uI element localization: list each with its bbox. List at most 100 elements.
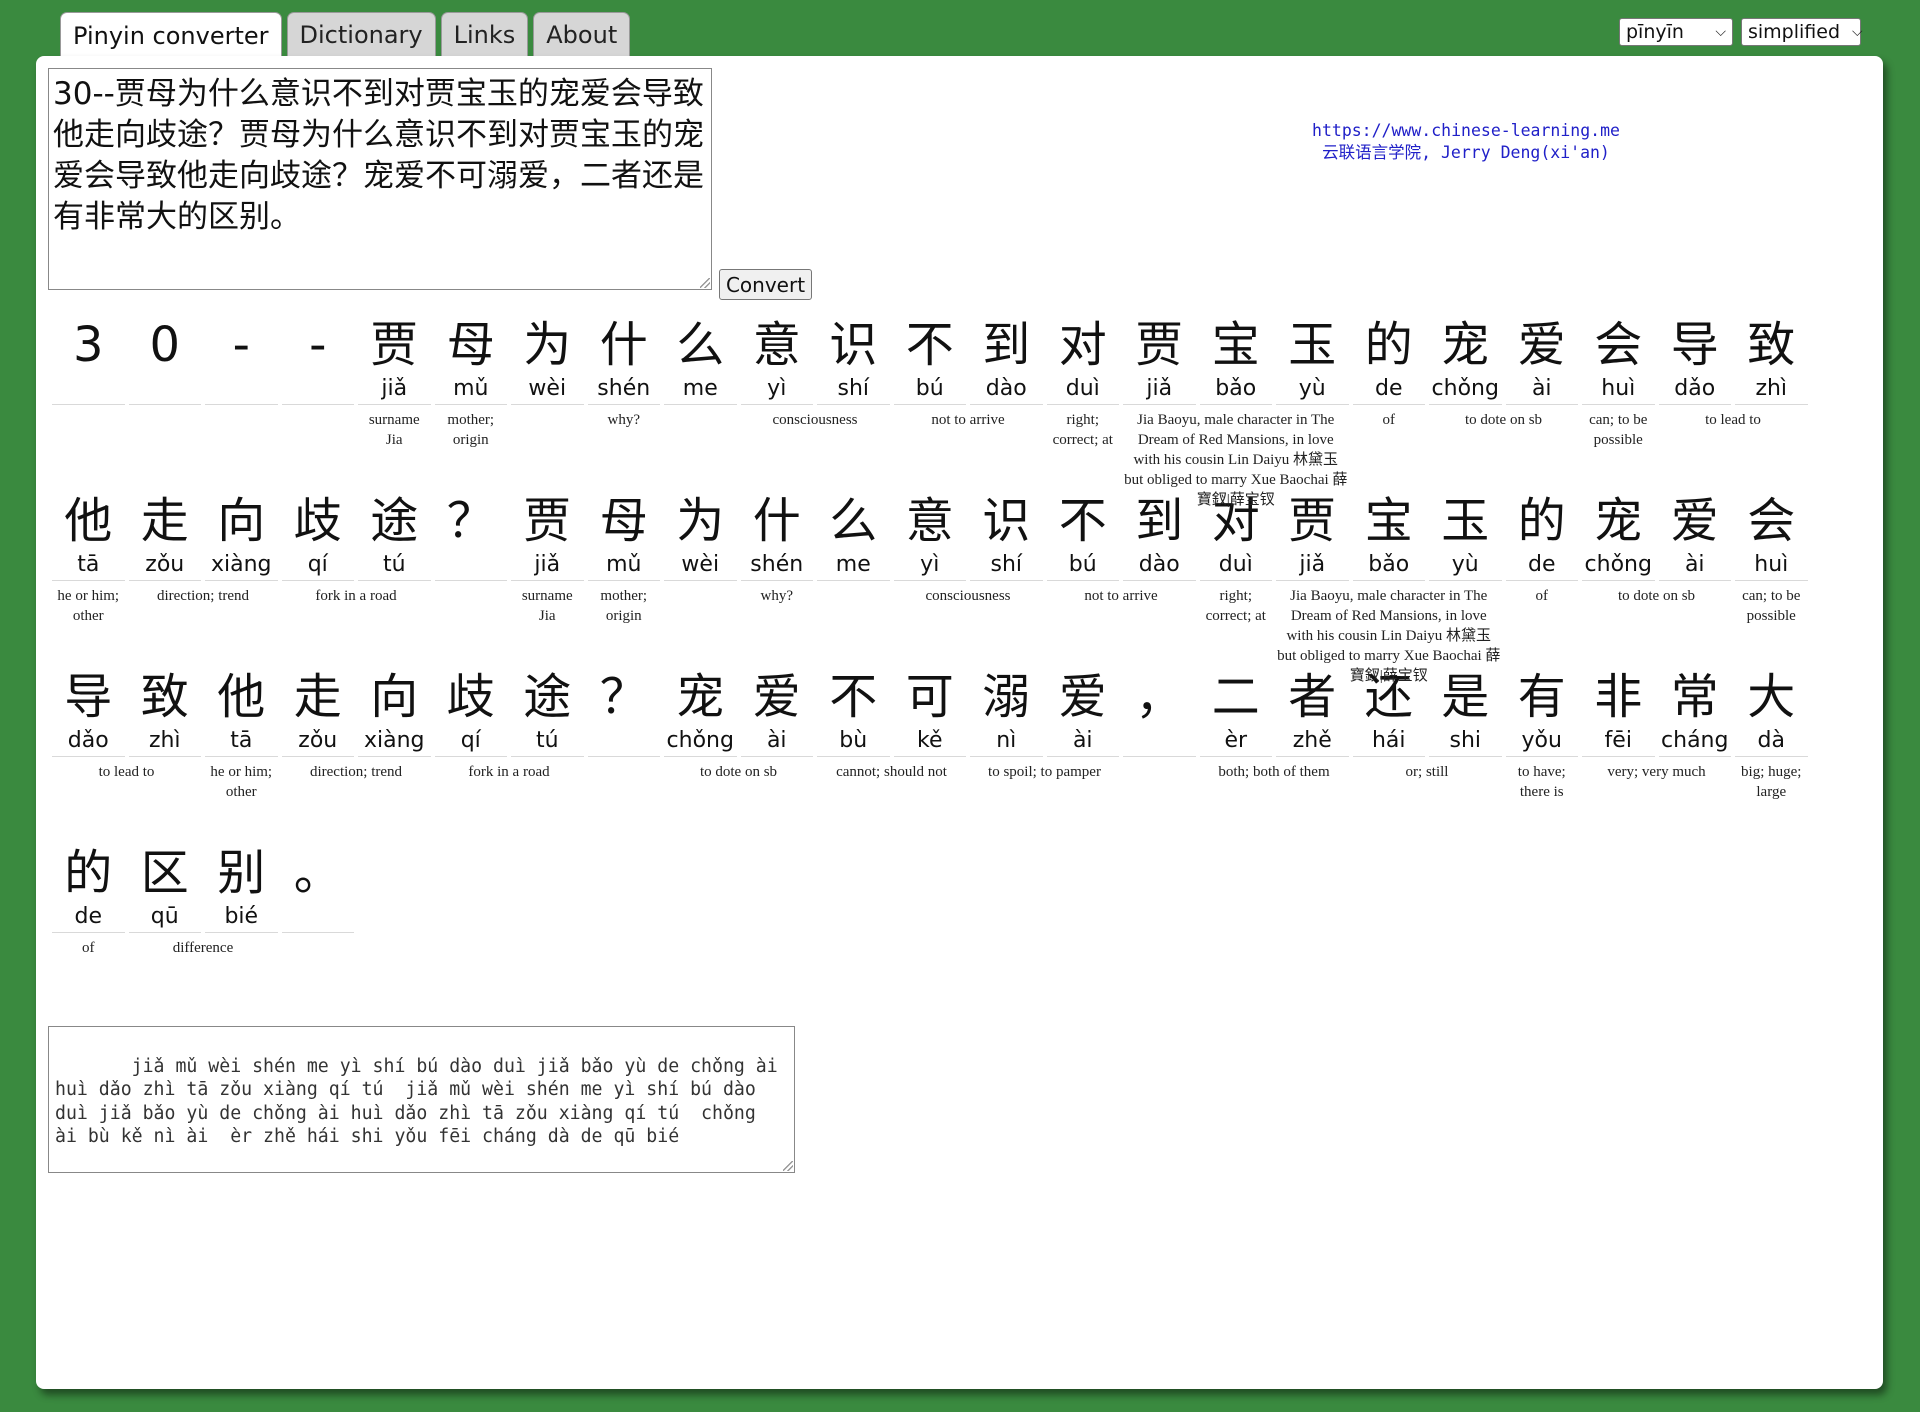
glyph-cell[interactable]: 途 tú [356, 492, 433, 668]
glyph-cell[interactable]: 到 dào [968, 316, 1045, 492]
glyph-cell[interactable]: 意 yì consciousness [892, 492, 1011, 668]
gloss-text: very; very much [1607, 764, 1706, 780]
hanzi-char: 他 [64, 493, 113, 549]
glyph-cell[interactable]: 是 shi [1427, 668, 1504, 844]
tone-mode-select[interactable]: pīnyīn ⌵ [1619, 18, 1733, 46]
pinyin-label: jiǎ [358, 374, 431, 405]
glyph-cell[interactable]: 致 zhì [127, 668, 204, 844]
glyph-cell[interactable]: 的 de of [50, 844, 127, 1020]
glyph-cell[interactable]: 常 cháng [1657, 668, 1734, 844]
glyph-cell[interactable]: 宠 chǒng to dote on sb [1580, 492, 1695, 668]
glyph-cell[interactable]: 还 hái or; still [1351, 668, 1448, 844]
pinyin-label: de [1352, 374, 1425, 405]
pinyin-label: dǎo [1658, 374, 1731, 405]
glyph-cell[interactable]: 向 xiàng [203, 492, 280, 668]
gloss-text: direction; trend [156, 588, 250, 604]
glyph-cell[interactable]: 不 bù cannot; should not [815, 668, 947, 844]
glyph-cell[interactable]: 途 tú [509, 668, 586, 844]
glyph-cell[interactable]: - [203, 316, 280, 492]
glyph-cell[interactable]: 歧 qí fork in a road [433, 668, 550, 844]
glyph-cell[interactable]: 走 zǒu direction; trend [127, 492, 249, 668]
convert-button[interactable]: Convert [719, 269, 812, 300]
glyph-cell[interactable]: 有 yǒu to have; there is [1504, 668, 1581, 844]
glyph-cell[interactable]: 到 dào [1121, 492, 1198, 668]
tab-links[interactable]: Links [440, 12, 529, 56]
glyph-cell[interactable]: 意 yì consciousness [739, 316, 858, 492]
glyph-cell[interactable]: 为 wèi why? [662, 492, 793, 668]
glyph-cell[interactable]: 么 me [662, 316, 739, 492]
glyph-cell[interactable]: 二 èr both; both of them [1198, 668, 1330, 844]
glyph-cell[interactable]: 他 tā he or him; other [203, 668, 280, 844]
glyph-cell[interactable]: 的 de of [1351, 316, 1428, 492]
glyph-cell[interactable]: 导 dǎo to lead to [1657, 316, 1761, 492]
glyph-cell[interactable]: 导 dǎo to lead to [50, 668, 154, 844]
glyph-cell[interactable]: 3 [50, 316, 127, 492]
glyph-cell[interactable]: 贾 jiǎ Jia Baoyu, male character in The Dre… [1274, 492, 1500, 684]
glyph-cell[interactable]: 母 mǔ mother; origin [586, 492, 663, 668]
glyph-cell[interactable]: 母 mǔ mother; origin [433, 316, 510, 492]
glyph-cell[interactable]: 会 huì can; to be possible [1733, 492, 1810, 668]
glyph-cell[interactable]: 他 tā he or him; other [50, 492, 127, 668]
pinyin-output-textarea[interactable]: jiǎ mǔ wèi shén me yì shí bú dào duì jiǎ… [48, 1026, 795, 1173]
tab-pinyin-converter[interactable]: Pinyin converter [60, 12, 282, 58]
site-link[interactable]: https://www.chinese-learning.me [1312, 121, 1620, 140]
glyph-cell[interactable]: 歧 qí fork in a road [280, 492, 397, 668]
glyph-row: 的 de of 区 qū difference 别 bié。 [50, 844, 1870, 1020]
glyph-cell[interactable]: 贾 jiǎ Jia Baoyu, male character in The Dre… [1121, 316, 1347, 508]
tab-dictionary[interactable]: Dictionary [286, 12, 436, 56]
glyph-cell[interactable]: 大 dà big; huge; large [1733, 668, 1810, 844]
tab-about[interactable]: About [533, 12, 631, 56]
glyph-row: 导 dǎo to lead to 致 zhì 他 tā he or him; other 走 zǒ… [50, 668, 1870, 844]
glyph-cell[interactable]: 什 shén [739, 492, 816, 668]
glyph-cell[interactable]: 不 bú not to arrive [1045, 492, 1158, 668]
glyph-cell[interactable]: ？ [433, 492, 510, 668]
hanzi-char: 的 [64, 845, 113, 901]
glyph-cell[interactable]: 0 [127, 316, 204, 492]
glyph-cell[interactable]: 宠 chǒng to dote on sb [662, 668, 777, 844]
glyph-cell[interactable]: 贾 jiǎ surname Jia [356, 316, 433, 492]
gloss-text: difference [172, 940, 234, 956]
glyph-cell[interactable]: 爱 ài [1045, 668, 1122, 844]
glyph-cell[interactable]: 不 bú not to arrive [892, 316, 1005, 492]
script-select[interactable]: simplified ⌵ [1741, 18, 1863, 46]
glyph-cell[interactable]: 区 qū difference [127, 844, 233, 1020]
pinyin-label: dà [1735, 726, 1808, 757]
glyph-cell[interactable]: 的 de of [1504, 492, 1581, 668]
glyph-cell[interactable]: 么 me [815, 492, 892, 668]
glyph-cell[interactable]: 向 xiàng [356, 668, 433, 844]
resize-grip-icon[interactable] [783, 1161, 793, 1171]
glyph-cell[interactable]: 可 kě [892, 668, 969, 844]
hanzi-char: 他 [217, 669, 266, 725]
hanzi-char: 歧 [446, 669, 495, 725]
glyph-cell[interactable]: 爱 ài [1504, 316, 1581, 492]
pinyin-label: shén [587, 374, 660, 405]
glyph-cell[interactable]: 对 duì right; correct; at [1045, 316, 1122, 492]
pinyin-label: shén [740, 550, 813, 581]
chinese-input-textarea[interactable]: 30--贾母为什么意识不到对贾宝玉的宠爱会导致他走向歧途？贾母为什么意识不到对贾… [48, 68, 712, 290]
glyph-cell[interactable]: 。 [280, 844, 357, 1020]
glyph-cell[interactable]: 宠 chǒng to dote on sb [1427, 316, 1542, 492]
glyph-cell[interactable]: 爱 ài [1657, 492, 1734, 668]
glyph-cell[interactable]: 致 zhì [1733, 316, 1810, 492]
glyph-cell[interactable]: 识 shí [968, 492, 1045, 668]
pinyin-label: hái [1352, 726, 1425, 757]
glyph-cell[interactable]: - [280, 316, 357, 492]
glyph-cell[interactable]: 别 bié [203, 844, 280, 1020]
glyph-cell[interactable]: 识 shí [815, 316, 892, 492]
pinyin-label: tā [205, 726, 278, 757]
glyph-cell[interactable]: 什 shén [586, 316, 663, 492]
glyph-cell[interactable]: 贾 jiǎ surname Jia [509, 492, 586, 668]
glyph-cell[interactable]: 会 huì can; to be possible [1580, 316, 1657, 492]
glyph-cell[interactable]: 非 fēi very; very much [1580, 668, 1706, 844]
glyph-cell[interactable]: 溺 nì to spoil; to pamper [968, 668, 1101, 844]
resize-grip-icon[interactable] [700, 278, 710, 288]
hanzi-char: 么 [829, 493, 878, 549]
glyph-cell[interactable]: 走 zǒu direction; trend [280, 668, 402, 844]
glyph-cell[interactable]: 者 zhě [1274, 668, 1351, 844]
glyph-cell[interactable]: ？ [586, 668, 663, 844]
glyph-cell[interactable]: ， [1121, 668, 1198, 844]
glyph-cell[interactable]: 对 duì right; correct; at [1198, 492, 1275, 668]
glyph-cell[interactable]: 为 wèi why? [509, 316, 640, 492]
glyph-cell[interactable]: 爱 ài [739, 668, 816, 844]
pinyin-label: zhì [1735, 374, 1808, 405]
